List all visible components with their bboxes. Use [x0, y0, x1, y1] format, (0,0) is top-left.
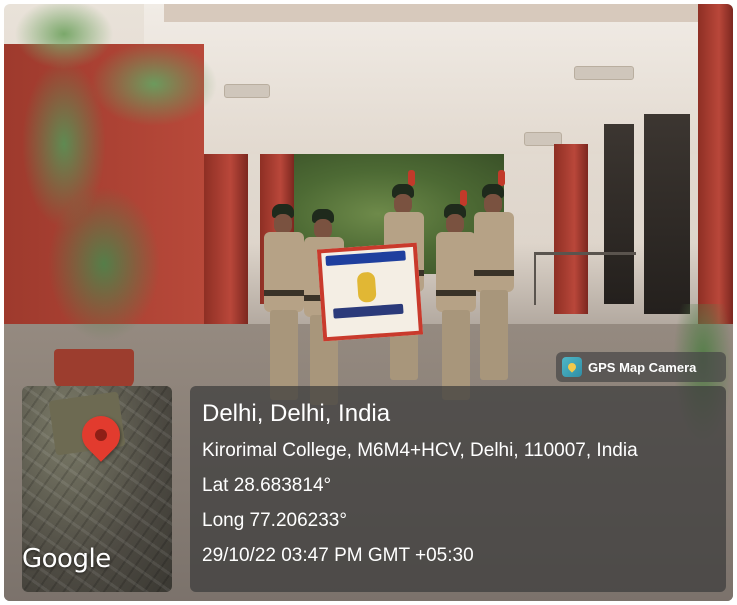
map-thumbnail: Google	[22, 386, 172, 592]
palm-plant	[4, 4, 244, 364]
cadet	[436, 190, 476, 404]
location-longitude: Long 77.206233°	[202, 510, 347, 531]
location-latitude: Lat 28.683814°	[202, 475, 332, 496]
map-credit: Google	[22, 544, 111, 574]
pillar	[698, 4, 733, 324]
railing	[534, 252, 636, 305]
doorway	[644, 114, 690, 314]
location-address: Kirorimal College, M6M4+HCV, Delhi, 1100…	[202, 440, 638, 461]
location-title: Delhi, Delhi, India	[202, 400, 391, 427]
college-banner	[316, 242, 424, 342]
gps-map-camera-badge: GPS Map Camera	[556, 352, 726, 382]
app-badge-label: GPS Map Camera	[588, 359, 697, 375]
location-datetime: 29/10/22 03:47 PM GMT +05:30	[202, 545, 474, 566]
gps-map-camera-icon	[562, 357, 582, 377]
roof-beam	[164, 4, 704, 22]
location-info-panel: Delhi, Delhi, India Kirorimal College, M…	[190, 386, 726, 592]
ceiling-light	[574, 66, 634, 80]
cadet	[264, 204, 304, 404]
